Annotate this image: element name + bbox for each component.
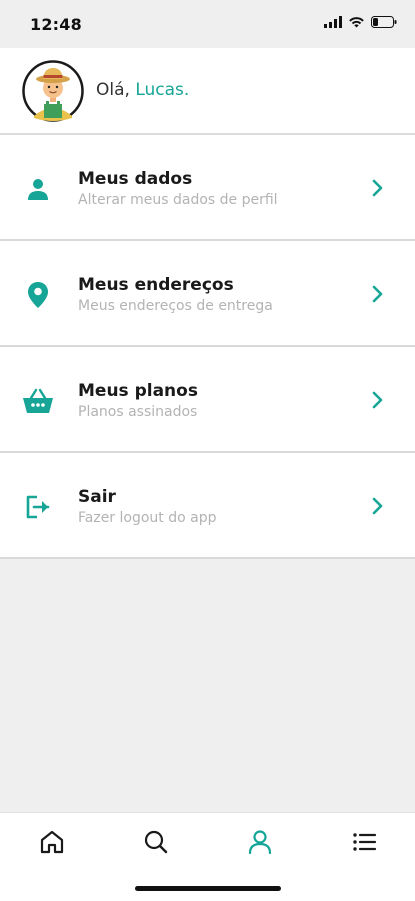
menu-item-subtitle: Planos assinados	[78, 404, 198, 420]
profile-icon[interactable]	[245, 827, 275, 857]
menu-item-subtitle: Alterar meus dados de perfil	[78, 192, 278, 208]
search-icon[interactable]	[141, 827, 171, 857]
status-time: 12:48	[30, 15, 82, 34]
list-icon[interactable]	[349, 827, 379, 857]
signal-icon	[324, 16, 342, 28]
wifi-icon	[349, 17, 364, 28]
profile-header: Olá, Lucas.	[0, 48, 415, 135]
menu-item-title: Meus endereços	[78, 275, 234, 295]
chevron-right-icon	[372, 497, 383, 515]
greeting-text: Olá,	[96, 80, 130, 100]
location-pin-icon	[22, 279, 54, 311]
logout-icon	[22, 491, 54, 523]
user-name: Lucas.	[135, 80, 190, 100]
menu-item-sair[interactable]: Sair Fazer logout do app	[0, 453, 415, 559]
menu-item-meus-enderecos[interactable]: Meus endereços Meus endereços de entrega	[0, 241, 415, 347]
menu-item-meus-dados[interactable]: Meus dados Alterar meus dados de perfil	[0, 135, 415, 241]
greeting: Olá, Lucas.	[96, 80, 189, 100]
home-indicator	[135, 886, 281, 891]
status-bar: 12:48	[0, 0, 415, 48]
menu-item-title: Meus dados	[78, 169, 193, 189]
chevron-right-icon	[372, 285, 383, 303]
menu-item-subtitle: Fazer logout do app	[78, 510, 217, 526]
farmer-avatar-icon	[22, 60, 84, 122]
battery-icon	[371, 16, 397, 28]
menu-item-subtitle: Meus endereços de entrega	[78, 298, 273, 314]
chevron-right-icon	[372, 179, 383, 197]
menu-item-meus-planos[interactable]: Meus planos Planos assinados	[0, 347, 415, 453]
bottom-nav	[0, 812, 415, 901]
menu-item-title: Meus planos	[78, 381, 198, 401]
chevron-right-icon	[372, 391, 383, 409]
menu-item-title: Sair	[78, 487, 116, 507]
user-icon	[22, 173, 54, 205]
status-icons	[324, 16, 397, 28]
home-icon[interactable]	[37, 827, 67, 857]
profile-menu: Meus dados Alterar meus dados de perfil …	[0, 135, 415, 559]
basket-icon	[22, 385, 54, 417]
